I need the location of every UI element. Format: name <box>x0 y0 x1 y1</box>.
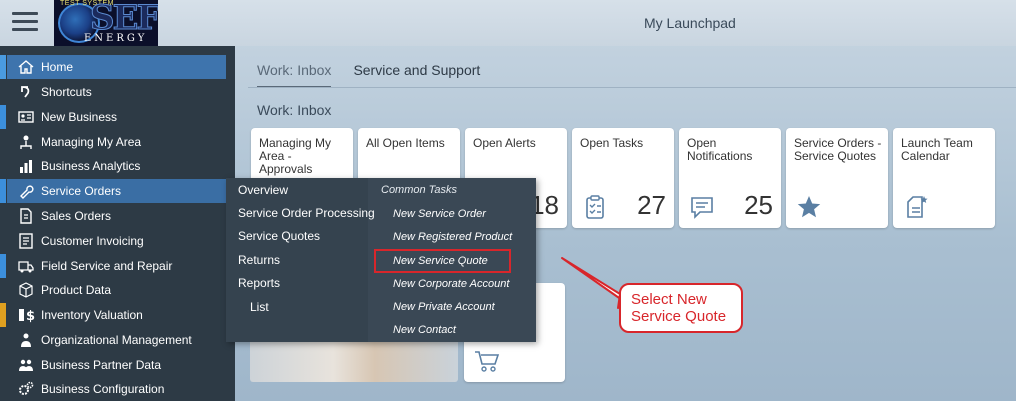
nav-item-service-orders[interactable]: Service Orders <box>7 179 226 203</box>
tile-title: Managing My Area - Approvals <box>259 136 332 176</box>
nav-item-label: Organizational Management <box>41 333 192 347</box>
id-card-icon <box>18 111 34 123</box>
flyout-item-service-quotes[interactable]: Service Quotes <box>238 229 320 243</box>
tile-open-notifications[interactable]: Open Notifications 25 <box>679 128 781 228</box>
nav-item-organizational-management[interactable]: Organizational Management <box>7 328 226 352</box>
wrench-icon <box>20 185 34 199</box>
task-new-contact[interactable]: New Contact <box>393 324 456 336</box>
task-new-registered-product[interactable]: New Registered Product <box>393 231 512 243</box>
instruction-callout: Select New Service Quote <box>619 283 743 333</box>
shell-header: TEST SYSTEM SEF ENERGY My Launchpad <box>0 0 1016 46</box>
nav-item-shortcuts[interactable]: Shortcuts <box>7 80 226 104</box>
menu-hamburger-icon[interactable] <box>12 12 38 32</box>
tile-count: 25 <box>744 190 773 220</box>
nav-item-business-partner-data[interactable]: Business Partner Data <box>7 353 226 377</box>
nav-item-label: Business Configuration <box>41 382 165 396</box>
highlight-box <box>374 249 511 273</box>
nav-item-inventory-valuation[interactable]: $ Inventory Valuation <box>7 303 226 327</box>
common-tasks-heading: Common Tasks <box>381 184 458 196</box>
shortcut-icon <box>21 86 30 98</box>
nav-item-customer-invoicing[interactable]: Customer Invoicing <box>7 229 226 253</box>
nav-item-label: Shortcuts <box>41 85 92 99</box>
star-icon <box>797 196 821 218</box>
nav-item-sales-orders[interactable]: Sales Orders <box>7 204 226 228</box>
nav-item-home[interactable]: Home <box>7 55 226 79</box>
page-title: My Launchpad <box>644 15 736 31</box>
tab-work-inbox[interactable]: Work: Inbox <box>257 62 332 88</box>
launchpad-tabs: Work: Inbox Service and Support <box>257 62 480 88</box>
tile-title: Open Tasks <box>580 136 644 150</box>
box-icon <box>19 282 33 298</box>
tile-title: Service Orders - Service Quotes <box>794 136 882 163</box>
nav-accent <box>0 105 6 129</box>
nav-item-label: Managing My Area <box>41 135 142 149</box>
tab-divider <box>248 87 1016 88</box>
nav-item-label: Home <box>41 60 74 74</box>
flyout-item-service-order-processing[interactable]: Service Order Processing <box>238 206 375 220</box>
document-star-icon <box>907 196 928 218</box>
nav-item-label: Inventory Valuation <box>41 308 143 322</box>
nav-item-label: Sales Orders <box>41 209 112 223</box>
nav-item-label: Field Service and Repair <box>41 259 173 273</box>
nav-accent <box>0 179 6 203</box>
org-icon <box>20 135 32 149</box>
task-new-private-account[interactable]: New Private Account <box>393 301 495 313</box>
nav-item-label: Business Partner Data <box>41 358 162 372</box>
cart-icon <box>475 351 500 372</box>
gears-icon <box>19 381 34 395</box>
tile-team-calendar[interactable]: Launch Team Calendar <box>893 128 995 228</box>
people-icon <box>21 333 31 347</box>
side-navigation: Home Shortcuts New Business Managing My … <box>0 46 235 401</box>
nav-item-label: Product Data <box>41 283 112 297</box>
flyout-item-reports[interactable]: Reports <box>238 276 280 290</box>
nav-item-label: New Business <box>41 110 118 124</box>
task-new-service-order[interactable]: New Service Order <box>393 208 486 220</box>
flyout-item-returns[interactable]: Returns <box>238 253 280 267</box>
nav-item-label: Service Orders <box>41 184 122 198</box>
company-logo[interactable]: TEST SYSTEM SEF ENERGY <box>54 0 158 46</box>
nav-item-managing-my-area[interactable]: Managing My Area <box>7 130 226 154</box>
tab-service-and-support[interactable]: Service and Support <box>353 62 480 88</box>
nav-item-field-service[interactable]: Field Service and Repair <box>7 254 226 278</box>
tile-count: 27 <box>637 190 666 220</box>
sales-doc-icon <box>20 208 32 224</box>
nav-accent <box>0 254 6 278</box>
nav-accent <box>0 303 6 327</box>
tile-service-quotes[interactable]: Service Orders - Service Quotes <box>786 128 888 228</box>
section-title: Work: Inbox <box>257 102 332 118</box>
nav-item-new-business[interactable]: New Business <box>7 105 226 129</box>
nav-item-product-data[interactable]: Product Data <box>7 278 226 302</box>
flyout-item-list[interactable]: List <box>250 300 269 314</box>
nav-item-label: Customer Invoicing <box>41 234 144 248</box>
logo-sub-text: ENERGY <box>84 33 148 44</box>
truck-icon <box>18 261 34 273</box>
nav-item-label: Business Analytics <box>41 159 141 173</box>
flyout-item-overview[interactable]: Overview <box>238 183 288 197</box>
tile-title: Open Alerts <box>473 136 536 150</box>
news-tile-image[interactable] <box>250 338 458 382</box>
svg-text:$: $ <box>26 309 35 323</box>
invoice-icon <box>19 233 33 249</box>
bar-chart-icon <box>20 160 32 173</box>
tile-title: All Open Items <box>366 136 445 150</box>
dollar-icon: $ <box>19 309 35 323</box>
partner-icon <box>19 359 33 371</box>
tile-open-tasks[interactable]: Open Tasks 27 <box>572 128 674 228</box>
home-icon <box>18 60 34 74</box>
tile-title: Launch Team Calendar <box>901 136 973 163</box>
nav-accent <box>0 55 6 79</box>
clipboard-icon <box>586 195 604 219</box>
comment-icon <box>691 197 713 219</box>
tile-title: Open Notifications <box>687 136 753 163</box>
task-new-corporate-account[interactable]: New Corporate Account <box>393 278 509 290</box>
nav-item-business-configuration[interactable]: Business Configuration <box>7 377 226 401</box>
nav-item-business-analytics[interactable]: Business Analytics <box>7 154 226 178</box>
